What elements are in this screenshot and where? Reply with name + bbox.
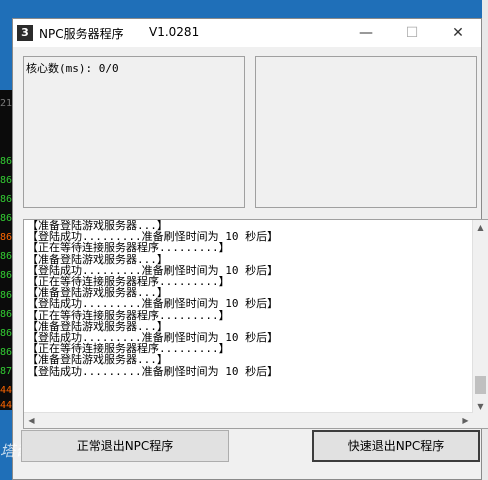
scroll-left-icon[interactable]: ◀ [24, 413, 39, 428]
background-number: 21 [0, 98, 13, 109]
close-button[interactable]: ✕ [435, 19, 481, 47]
background-number: 86 [0, 328, 13, 339]
background-number: 86 [0, 175, 13, 186]
scrollbar-corner [473, 413, 488, 428]
background-number: 87 [0, 366, 13, 377]
background-number: 86 [0, 309, 13, 320]
log-line: 【准备登陆游戏服务器...】 [27, 353, 168, 367]
background-number: 86 [0, 251, 13, 262]
title-bar[interactable]: 3 NPC服务器程序 V1.0281 — ☐ ✕ [13, 19, 481, 47]
cores-label: 核心数(ms): 0/0 [26, 62, 119, 75]
scroll-thumb[interactable] [475, 376, 486, 394]
app-icon: 3 [17, 25, 33, 41]
status-panel: 核心数(ms): 0/0 [23, 56, 245, 208]
log-line: 【登陆成功.........准备刷怪时间为 10 秒后】 [27, 364, 279, 378]
log-line: 【正在等待连接服务器程序.........】 [27, 241, 230, 255]
log-line: 【登陆成功.........准备刷怪时间为 10 秒后】 [27, 297, 279, 311]
log-lines: 【准备登陆游戏服务器...】 【登陆成功.........准备刷怪时间为 10 秒… [27, 220, 467, 377]
background-number: 44 [0, 400, 13, 411]
window-version: V1.0281 [149, 25, 200, 39]
background-terminal [0, 90, 12, 410]
background-number: 86 [0, 270, 13, 281]
scroll-right-icon[interactable]: ▶ [458, 413, 473, 428]
background-number: 86 [0, 232, 13, 243]
info-panel [255, 56, 477, 208]
background-number: 44 [0, 385, 13, 396]
minimize-button[interactable]: — [343, 19, 389, 47]
background-number: 86 [0, 290, 13, 301]
horizontal-scrollbar[interactable]: ◀ ▶ [24, 412, 473, 428]
background-number: 86 [0, 213, 13, 224]
background-number: 86 [0, 156, 13, 167]
scroll-down-icon[interactable]: ▼ [473, 399, 488, 414]
fast-exit-button[interactable]: 快速退出NPC程序 [312, 430, 480, 462]
npc-server-window: 3 NPC服务器程序 V1.0281 — ☐ ✕ 核心数(ms): 0/0 【准… [12, 18, 488, 480]
window-title: NPC服务器程序 [39, 27, 124, 41]
scroll-up-icon[interactable]: ▲ [473, 220, 488, 235]
normal-exit-button[interactable]: 正常退出NPC程序 [21, 430, 229, 462]
background-number: 86 [0, 347, 13, 358]
vertical-scrollbar[interactable]: ▲ ▼ [472, 220, 488, 414]
maximize-button[interactable]: ☐ [389, 19, 435, 47]
log-box[interactable]: 【准备登陆游戏服务器...】 【登陆成功.........准备刷怪时间为 10 秒… [23, 219, 488, 429]
background-number: 86 [0, 194, 13, 205]
